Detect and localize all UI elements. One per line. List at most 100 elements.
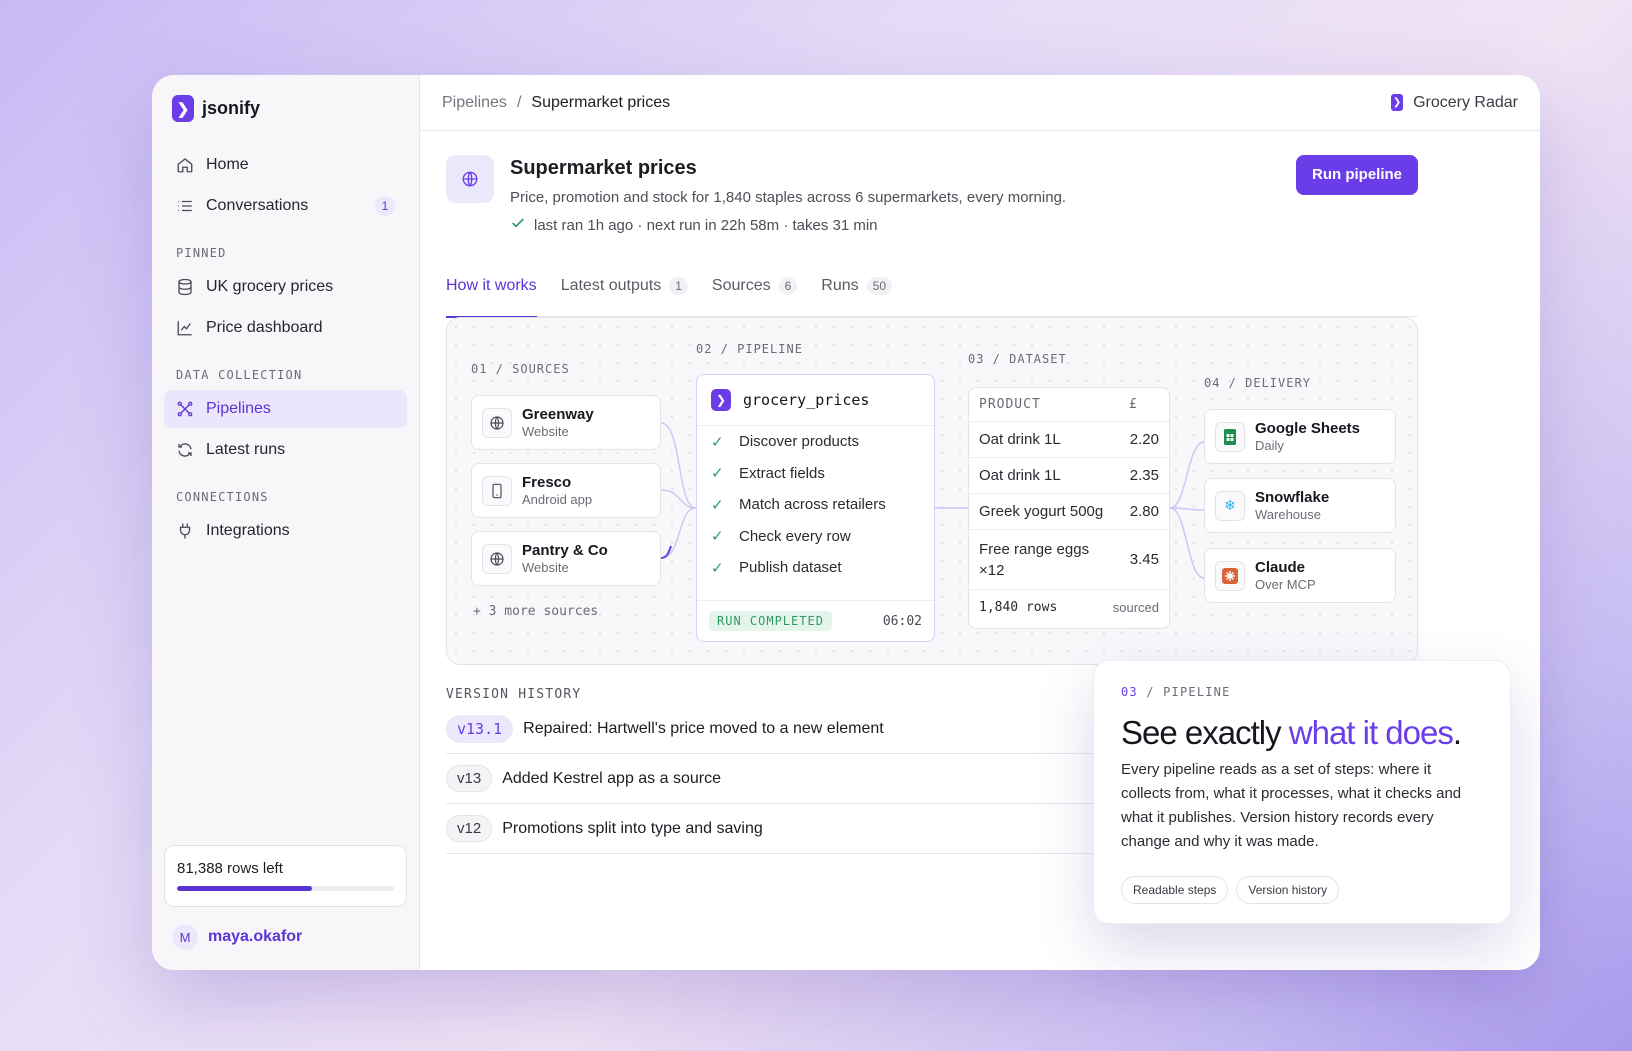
delivery-type: Warehouse <box>1255 507 1321 522</box>
pipeline-step: ✓ Discover products <box>697 426 934 458</box>
table-row: Greek yogurt 500g 2.80 <box>969 494 1169 530</box>
sidebar-item-label: Integrations <box>206 522 290 539</box>
chip-version-history[interactable]: Version history <box>1236 876 1340 904</box>
tab-sources[interactable]: Sources 6 <box>712 277 798 317</box>
breadcrumb: Pipelines / Supermarket prices <box>442 94 670 112</box>
breadcrumb-current: Supermarket prices <box>531 93 671 111</box>
sidebar-item-latest-runs[interactable]: Latest runs <box>164 431 407 469</box>
sidebar-item-uk-grocery-prices[interactable]: UK grocery prices <box>164 268 407 306</box>
refresh-icon <box>176 441 194 459</box>
dataset-table[interactable]: PRODUCT £ Oat drink 1L 2.20 Oat drink 1L… <box>968 387 1170 629</box>
version-row[interactable]: v13 Added Kestrel app as a source <box>446 754 1106 804</box>
sidebar-item-label: Home <box>206 156 249 173</box>
more-sources-link[interactable]: + 3 more sources <box>473 604 598 619</box>
sidebar-item-pipelines[interactable]: Pipelines <box>164 390 407 428</box>
tab-label: Latest outputs <box>560 277 662 294</box>
sources-label: 01 / SOURCES <box>471 362 570 376</box>
version-history-title: VERSION HISTORY <box>446 687 582 702</box>
tab-how-it-works[interactable]: How it works <box>446 277 537 318</box>
pipeline-description: Price, promotion and stock for 1,840 sta… <box>510 189 1067 206</box>
globe-icon <box>446 155 494 203</box>
source-card-pantry-co[interactable]: Pantry & Co Website <box>471 531 661 586</box>
pipeline-flow-diagram: 01 / SOURCES 02 / PIPELINE 03 / DATASET … <box>446 317 1418 665</box>
tab-latest-outputs[interactable]: Latest outputs 1 <box>561 277 688 317</box>
product-cell: Free range eggs ×12 <box>979 540 1090 579</box>
workspace-switcher[interactable]: ❯ Grocery Radar <box>1391 94 1518 112</box>
check-icon: ✓ <box>711 465 724 483</box>
source-card-fresco[interactable]: Fresco Android app <box>471 463 661 518</box>
column-header: £ <box>1129 397 1138 412</box>
sidebar-item-label: Latest runs <box>206 441 286 458</box>
feature-title-end: . <box>1452 714 1462 751</box>
version-text: Repaired: Hartwell's price moved to a ne… <box>523 719 884 737</box>
quota-label: 81,388 rows left <box>177 860 283 877</box>
pipeline-header: Supermarket prices Price, promotion and … <box>446 155 1418 235</box>
quota-bar <box>177 886 394 891</box>
version-tag: v12 <box>446 815 493 842</box>
user-menu[interactable]: M maya.okafor <box>172 924 302 950</box>
workspace-name: Grocery Radar <box>1413 93 1518 111</box>
feature-title: See exactly what it does. <box>1121 714 1483 752</box>
feature-label-number: 03 <box>1121 685 1138 699</box>
snowflake-icon: ❄ <box>1215 490 1245 521</box>
delivery-card-snowflake[interactable]: ❄ Snowflake Warehouse <box>1204 478 1396 533</box>
delivery-card-claude[interactable]: Claude Over MCP <box>1204 548 1396 603</box>
pipeline-step: ✓ Check every row <box>697 521 934 553</box>
list-icon <box>176 197 194 215</box>
delivery-card-google-sheets[interactable]: Google Sheets Daily <box>1204 409 1396 464</box>
version-tag: v13 <box>446 765 493 792</box>
sidebar-item-conversations[interactable]: Conversations 1 <box>164 187 407 225</box>
globe-icon <box>482 407 512 438</box>
tab-label: How it works <box>446 277 537 294</box>
feature-title-start: See exactly <box>1121 714 1289 751</box>
product-cell: Oat drink 1L <box>979 431 1061 448</box>
feature-label: 03 / PIPELINE <box>1121 685 1483 699</box>
brand[interactable]: ❯ jsonify <box>164 95 407 146</box>
avatar: M <box>172 924 198 950</box>
breadcrumb-pipelines[interactable]: Pipelines <box>442 94 507 112</box>
delivery-name: Claude <box>1255 559 1306 576</box>
version-row[interactable]: v12 Promotions split into type and savin… <box>446 804 1106 854</box>
workspace-logo-icon: ❯ <box>1391 94 1404 111</box>
source-type: Website <box>522 424 569 439</box>
pipeline-name: grocery_prices <box>743 391 870 409</box>
source-type: Website <box>522 560 569 575</box>
step-label: Extract fields <box>739 464 825 482</box>
feature-label-text: / PIPELINE <box>1137 685 1231 699</box>
price-cell: 2.35 <box>1129 467 1159 484</box>
section-title-connections: CONNECTIONS <box>176 490 269 504</box>
table-row: Free range eggs ×12 3.45 <box>969 530 1169 590</box>
run-duration: 06:02 <box>882 613 922 629</box>
table-header: PRODUCT £ <box>969 388 1169 422</box>
price-cell: 2.80 <box>1129 503 1159 520</box>
chip-readable-steps[interactable]: Readable steps <box>1121 876 1229 904</box>
version-row[interactable]: v13.1 Repaired: Hartwell's price moved t… <box>446 704 1106 754</box>
pipeline-step: ✓ Match across retailers <box>697 489 934 521</box>
source-type: Android app <box>522 492 593 507</box>
table-row: Oat drink 1L 2.35 <box>969 458 1169 494</box>
sidebar-item-home[interactable]: Home <box>164 146 407 184</box>
quota-fill <box>177 886 312 891</box>
tab-count: 6 <box>778 277 798 295</box>
price-cell: 2.20 <box>1129 431 1159 448</box>
source-name: Fresco <box>522 474 572 491</box>
pipeline-card[interactable]: ❯ grocery_prices ✓ Discover products ✓ Ext… <box>696 374 935 642</box>
check-icon <box>510 215 526 235</box>
row-count: 1,840 rows <box>979 599 1058 615</box>
tab-runs[interactable]: Runs 50 <box>821 277 892 317</box>
step-label: Check every row <box>739 527 851 545</box>
sidebar-item-price-dashboard[interactable]: Price dashboard <box>164 309 407 347</box>
table-footer: 1,840 rows sourced <box>969 590 1169 624</box>
source-card-greenway[interactable]: Greenway Website <box>471 395 661 450</box>
rows-quota[interactable]: 81,388 rows left <box>164 845 407 907</box>
tab-count: 50 <box>866 277 892 295</box>
check-icon: ✓ <box>711 433 724 451</box>
delivery-label: 04 / DELIVERY <box>1204 376 1311 390</box>
check-icon: ✓ <box>711 528 724 546</box>
sidebar-item-label: Conversations <box>206 197 309 214</box>
version-text: Added Kestrel app as a source <box>502 769 721 787</box>
pipeline-step: ✓ Extract fields <box>697 458 934 490</box>
sidebar-item-integrations[interactable]: Integrations <box>164 512 407 550</box>
run-pipeline-button[interactable]: Run pipeline <box>1296 155 1418 195</box>
step-label: Publish dataset <box>739 559 842 577</box>
